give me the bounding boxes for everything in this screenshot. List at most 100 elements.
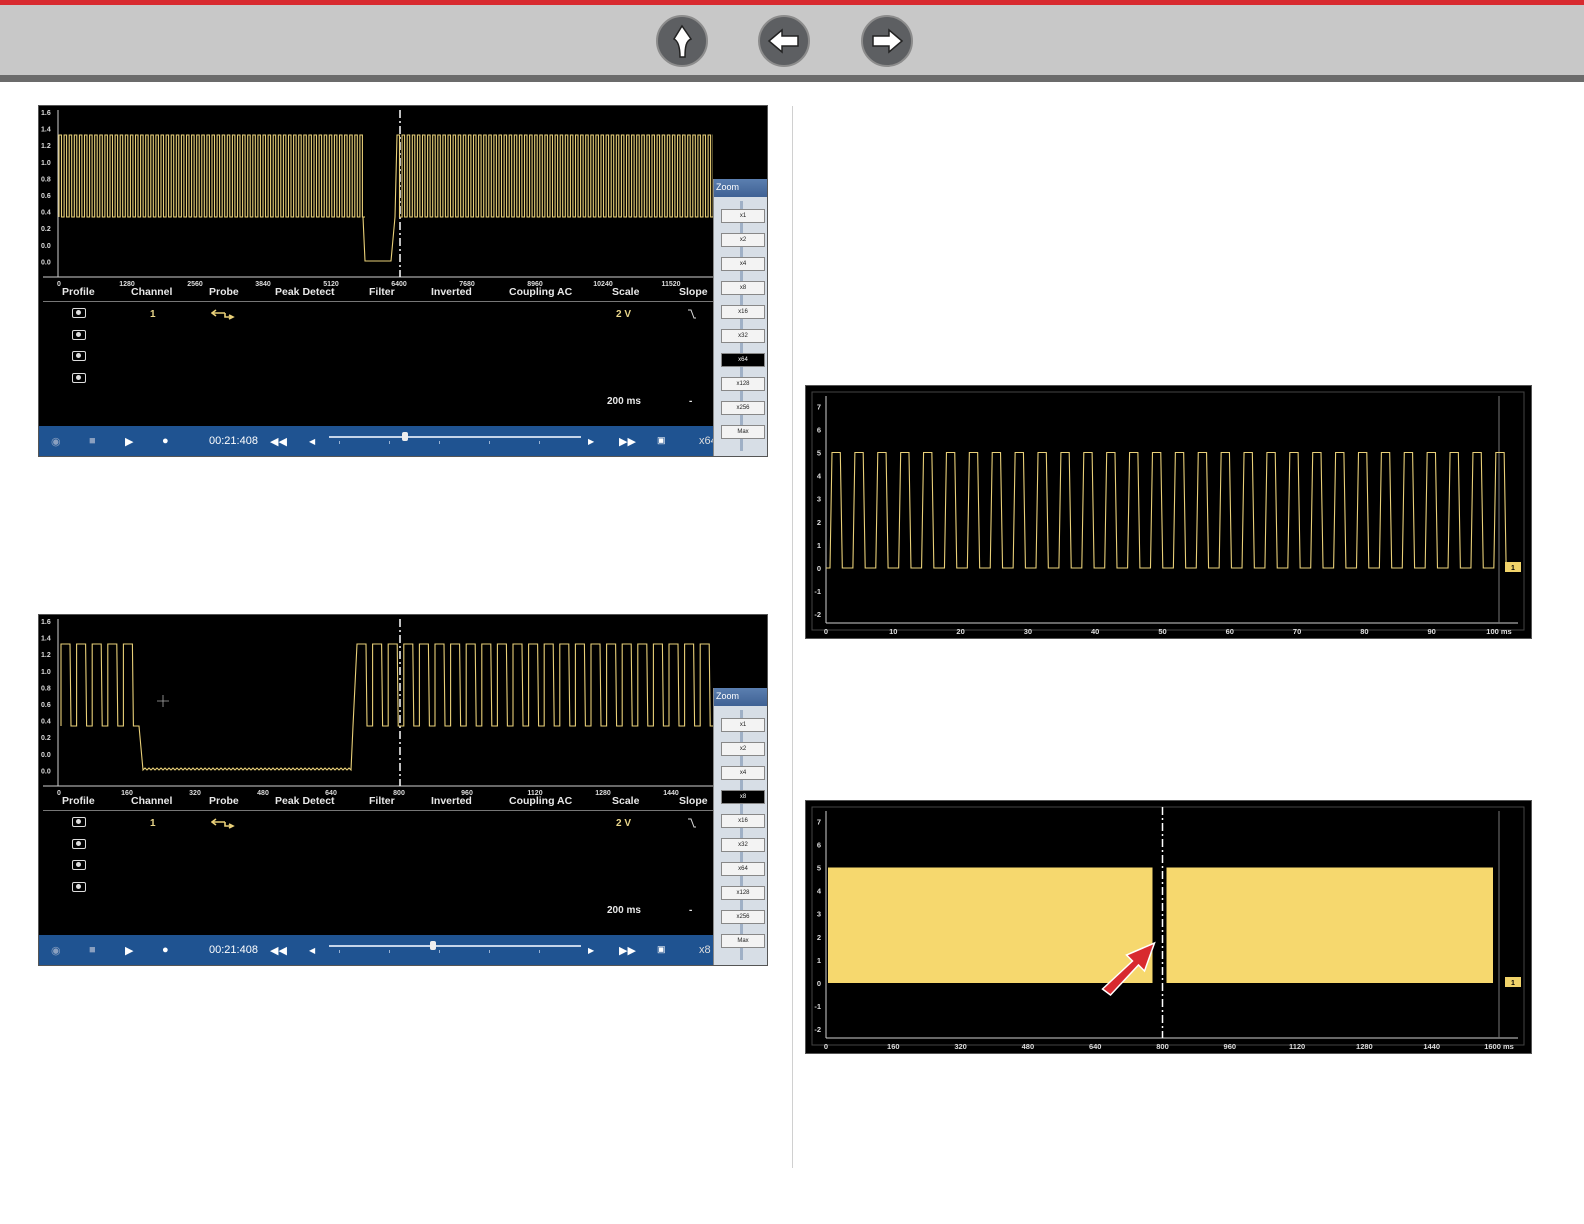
zoom-option-x8[interactable]: x8: [721, 281, 765, 295]
y-tick-label: 4: [817, 887, 822, 896]
step-back-icon[interactable]: ◀: [309, 946, 315, 955]
column-header: Inverted: [431, 795, 472, 807]
scope-1-column-headers: Profile Channel Probe Peak Detect Filter Inve…: [39, 286, 713, 300]
y-tick-label: 0.4: [41, 210, 51, 217]
x-tick-label: 0: [824, 1042, 828, 1051]
y-tick-label: 7: [817, 402, 821, 411]
camera-icon[interactable]: ◉: [51, 944, 61, 957]
y-tick-label: 0.6: [41, 193, 51, 200]
eye-icon[interactable]: [72, 308, 86, 318]
column-header: Scale: [612, 286, 640, 298]
zoom-option-x16[interactable]: x16: [721, 305, 765, 319]
rewind-icon[interactable]: ◀◀: [270, 435, 287, 448]
probe-icon[interactable]: [211, 818, 235, 830]
eye-icon[interactable]: [72, 860, 86, 870]
zoom-option-x8[interactable]: x8: [721, 790, 765, 804]
column-header: Probe: [209, 795, 239, 807]
forward-button[interactable]: [861, 15, 913, 67]
zoom-option-x16[interactable]: x16: [721, 814, 765, 828]
signal-block-left: [828, 867, 1153, 983]
export-icon[interactable]: ▣: [657, 944, 666, 955]
y-tick-label: 1: [817, 541, 821, 550]
playback-time: 00:21:408: [209, 944, 258, 956]
play-icon[interactable]: ▶: [125, 944, 133, 957]
stop-icon[interactable]: ■: [89, 944, 96, 956]
zoom-option-max[interactable]: Max: [721, 425, 765, 439]
scope-2-column-headers: Profile Channel Probe Peak Detect Filter Inve…: [39, 795, 713, 809]
top-navigation-bar: [0, 0, 1584, 82]
eye-icon[interactable]: [72, 817, 86, 827]
step-forward-icon[interactable]: ▶: [588, 437, 594, 446]
zoom-option-x64[interactable]: x64: [721, 353, 765, 367]
eye-icon[interactable]: [72, 839, 86, 849]
step-back-icon[interactable]: ◀: [309, 437, 315, 446]
back-button[interactable]: [758, 15, 810, 67]
playback-scrollbar[interactable]: [329, 436, 581, 438]
play-icon[interactable]: ▶: [125, 435, 133, 448]
column-header: Slope: [679, 795, 708, 807]
y-tick-label: 1.2: [41, 143, 51, 150]
x-tick-label: 1280: [1356, 1042, 1373, 1051]
x-tick-label: 80: [1360, 627, 1368, 636]
crosshair-icon: [157, 695, 169, 707]
y-tick-label: 1: [817, 956, 821, 965]
zoom-option-x1[interactable]: x1: [721, 718, 765, 732]
column-header: Scale: [612, 795, 640, 807]
eye-icon[interactable]: [72, 373, 86, 383]
y-tick-label: 0: [817, 564, 821, 573]
channel-number: 1: [150, 818, 156, 829]
scale-value[interactable]: 2 V: [616, 818, 631, 829]
record-icon[interactable]: ●: [162, 435, 169, 447]
playback-scrollbar[interactable]: [329, 945, 581, 947]
scale-value[interactable]: 2 V: [616, 309, 631, 320]
zoom-option-x4[interactable]: x4: [721, 766, 765, 780]
slope-falling-icon[interactable]: [687, 818, 697, 828]
zoom-option-x64[interactable]: x64: [721, 862, 765, 876]
zoom-option-x256[interactable]: x256: [721, 910, 765, 924]
zoom-option-x2[interactable]: x2: [721, 742, 765, 756]
y-tick-label: 3: [817, 495, 821, 504]
zoom-option-x128[interactable]: x128: [721, 377, 765, 391]
rewind-icon[interactable]: ◀◀: [270, 944, 287, 957]
square-wave-trace: [826, 451, 1507, 569]
zoom-option-x1[interactable]: x1: [721, 209, 765, 223]
zoom-option-x128[interactable]: x128: [721, 886, 765, 900]
y-tick-label: -1: [814, 587, 821, 596]
probe-icon[interactable]: [211, 309, 235, 321]
export-icon[interactable]: ▣: [657, 435, 666, 446]
track-tick: [539, 950, 540, 953]
stop-icon[interactable]: ■: [89, 435, 96, 447]
track-tick: [389, 950, 390, 953]
zoom-option-max[interactable]: Max: [721, 934, 765, 948]
y-tick-label: 5: [817, 864, 821, 873]
zoom-option-x256[interactable]: x256: [721, 401, 765, 415]
up-button[interactable]: [656, 15, 708, 67]
x-tick-label: 20: [956, 627, 964, 636]
x-tick-label: 960: [1224, 1042, 1237, 1051]
top-bar-shadow: [0, 75, 1584, 82]
x-tick-label: 60: [1226, 627, 1234, 636]
top-accent-line: [0, 0, 1584, 5]
eye-icon[interactable]: [72, 882, 86, 892]
playback-scroll-thumb[interactable]: [402, 432, 409, 441]
playback-scroll-thumb[interactable]: [429, 941, 436, 950]
eye-icon[interactable]: [72, 351, 86, 361]
zoom-option-x4[interactable]: x4: [721, 257, 765, 271]
scope-screenshot-2: 1.6 1.4 1.2 1.0 0.8 0.6 0.4 0.2 0.0 0.0 0 160 320 480…: [38, 614, 768, 966]
record-icon[interactable]: ●: [162, 944, 169, 956]
zoom-option-x2[interactable]: x2: [721, 233, 765, 247]
eye-icon[interactable]: [72, 330, 86, 340]
camera-icon[interactable]: ◉: [51, 435, 61, 448]
y-tick-label: 1.4: [41, 636, 51, 643]
slope-falling-icon[interactable]: [687, 309, 697, 319]
zoom-panel: Zoom x1 x2 x4 x8 x16 x32 x64 x128 x256 Max: [713, 179, 767, 456]
fast-forward-icon[interactable]: ▶▶: [619, 435, 636, 448]
channel-number: 1: [150, 309, 156, 320]
zoom-option-x32[interactable]: x32: [721, 838, 765, 852]
zoom-option-x32[interactable]: x32: [721, 329, 765, 343]
step-forward-icon[interactable]: ▶: [588, 946, 594, 955]
signal-trace: [58, 134, 713, 262]
fast-forward-icon[interactable]: ▶▶: [619, 944, 636, 957]
y-tick-label: 0.4: [41, 719, 51, 726]
scope-2-waveform: 1.61.41.21.00.80.60.40.20.00.00 160 320 480…: [41, 619, 713, 795]
